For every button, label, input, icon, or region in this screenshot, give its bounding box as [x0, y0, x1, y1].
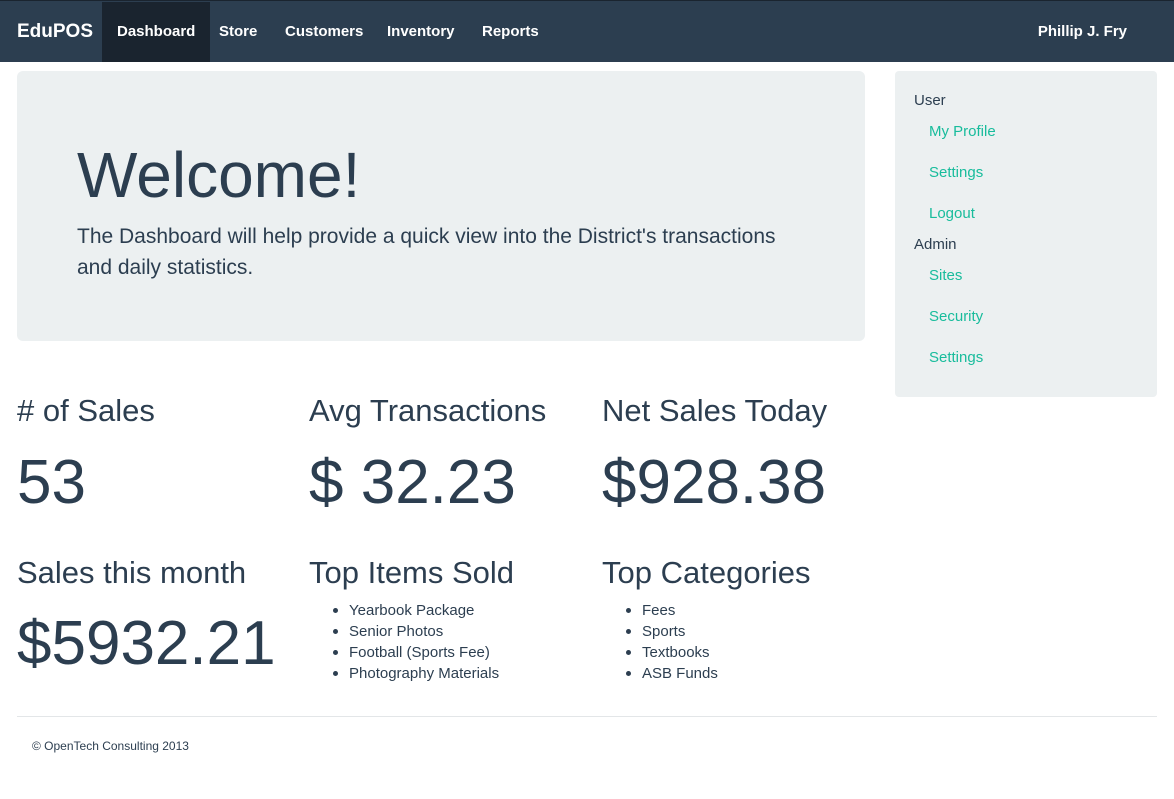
sidebar-header-admin: Admin: [914, 236, 957, 253]
avg-transactions-value: $ 32.23: [309, 448, 516, 517]
sidebar-link-sites[interactable]: Sites: [929, 266, 962, 286]
net-sales-today-value: $928.38: [602, 448, 827, 517]
sales-this-month-title: Sales this month: [17, 555, 247, 590]
footer-copyright: © OpenTech Consulting 2013: [32, 739, 189, 753]
top-items-list: Yearbook Package Senior Photos Football …: [327, 600, 499, 684]
sidebar-link-security[interactable]: Security: [929, 307, 983, 327]
list-item: ASB Funds: [620, 663, 718, 684]
nav-store[interactable]: Store: [204, 2, 272, 62]
sales-this-month-value: $5932.21: [17, 609, 276, 678]
nav-customers[interactable]: Customers: [270, 2, 378, 62]
top-categories-title: Top Categories: [602, 555, 811, 590]
list-item: Photography Materials: [327, 663, 499, 684]
list-item: Sports: [620, 621, 718, 642]
brand-logo[interactable]: EduPOS: [17, 20, 93, 44]
user-menu[interactable]: Phillip J. Fry: [1038, 2, 1127, 62]
num-sales-value: 53: [17, 448, 86, 517]
sidebar-link-my-profile[interactable]: My Profile: [929, 122, 996, 142]
nav-reports[interactable]: Reports: [467, 2, 554, 62]
list-item: Senior Photos: [327, 621, 499, 642]
top-categories-list: Fees Sports Textbooks ASB Funds: [620, 600, 718, 684]
sidebar-link-user-settings[interactable]: Settings: [929, 163, 983, 183]
list-item: Fees: [620, 600, 718, 621]
welcome-text: The Dashboard will help provide a quick …: [77, 225, 776, 279]
sidebar: User My Profile Settings Logout Admin Si…: [895, 71, 1157, 397]
welcome-title: Welcome!: [77, 139, 361, 211]
num-sales-title: # of Sales: [17, 393, 155, 428]
avg-transactions-title: Avg Transactions: [309, 393, 547, 428]
sidebar-header-user: User: [914, 92, 946, 109]
list-item: Football (Sports Fee): [327, 642, 499, 663]
top-navbar: EduPOS Dashboard Store Customers Invento…: [0, 0, 1174, 62]
nav-inventory[interactable]: Inventory: [372, 2, 470, 62]
sidebar-link-admin-settings[interactable]: Settings: [929, 348, 983, 368]
list-item: Textbooks: [620, 642, 718, 663]
net-sales-today-title: Net Sales Today: [602, 393, 828, 428]
nav-dashboard[interactable]: Dashboard: [102, 2, 211, 62]
list-item: Yearbook Package: [327, 600, 499, 621]
sidebar-link-logout[interactable]: Logout: [929, 204, 975, 224]
top-items-title: Top Items Sold: [309, 555, 515, 590]
footer-divider: [17, 716, 1157, 717]
welcome-panel: Welcome! The Dashboard will help provide…: [17, 71, 865, 341]
